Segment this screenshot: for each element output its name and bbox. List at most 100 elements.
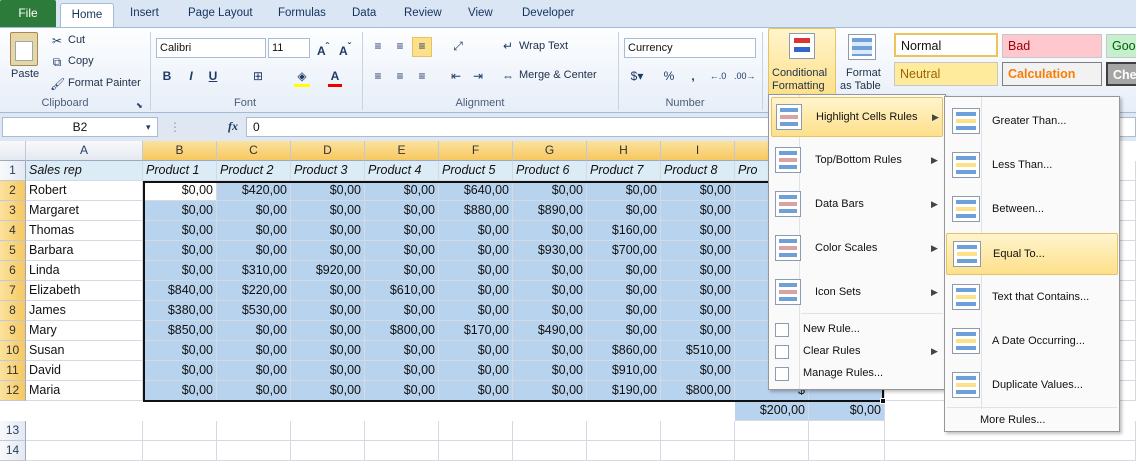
data-cell[interactable]: $490,00: [513, 321, 587, 341]
decrease-decimal-icon[interactable]: .00→: [734, 68, 756, 84]
row-header[interactable]: 9: [0, 321, 26, 341]
data-cell[interactable]: $0,00: [513, 301, 587, 321]
data-cell[interactable]: $0,00: [661, 261, 735, 281]
cf-menu-item-highlight-cells-rules[interactable]: Highlight Cells Rules ▶: [771, 97, 943, 137]
increase-indent-icon[interactable]: ⇥: [470, 68, 486, 84]
copy-button[interactable]: Copy: [68, 55, 94, 67]
empty-cell[interactable]: [735, 421, 809, 441]
data-cell[interactable]: $0,00: [291, 201, 365, 221]
header-cell[interactable]: Product 8: [661, 161, 735, 181]
data-cell[interactable]: $0,00: [365, 381, 439, 401]
data-cell[interactable]: $0,00: [661, 221, 735, 241]
bold-button[interactable]: B: [160, 68, 174, 84]
row-header[interactable]: 3: [0, 201, 26, 221]
column-header-f[interactable]: F: [439, 141, 513, 161]
font-name-select[interactable]: Calibri: [156, 38, 266, 58]
sales-rep-cell[interactable]: Susan: [26, 341, 143, 361]
data-cell[interactable]: $380,00: [143, 301, 217, 321]
cf-menu-item-data-bars[interactable]: Data Bars ▶: [771, 185, 943, 225]
empty-cell[interactable]: [439, 421, 513, 441]
data-cell[interactable]: $0,00: [217, 321, 291, 341]
empty-cell[interactable]: [661, 441, 735, 461]
column-header-b[interactable]: B: [143, 141, 217, 161]
hc-menu-item-more-rules[interactable]: More Rules...: [946, 411, 1118, 431]
percent-button[interactable]: %: [662, 68, 676, 84]
data-cell[interactable]: $0,00: [439, 281, 513, 301]
empty-cell[interactable]: [291, 441, 365, 461]
header-cell[interactable]: Product 7: [587, 161, 661, 181]
empty-cell[interactable]: [513, 441, 587, 461]
underline-button[interactable]: U: [206, 68, 220, 84]
column-header-i[interactable]: I: [661, 141, 735, 161]
empty-cell[interactable]: [809, 421, 885, 441]
data-cell[interactable]: $0,00: [291, 361, 365, 381]
column-header-e[interactable]: E: [365, 141, 439, 161]
data-cell[interactable]: $0,00: [143, 381, 217, 401]
data-cell[interactable]: $0,00: [291, 221, 365, 241]
empty-cell[interactable]: [143, 441, 217, 461]
header-cell[interactable]: Product 5: [439, 161, 513, 181]
data-cell[interactable]: $0,00: [809, 401, 885, 421]
column-header-g[interactable]: G: [513, 141, 587, 161]
scissors-icon[interactable]: ✂: [50, 33, 64, 49]
cut-button[interactable]: Cut: [68, 34, 85, 46]
column-header-a[interactable]: A: [26, 141, 143, 161]
data-cell[interactable]: $0,00: [217, 221, 291, 241]
data-cell[interactable]: $0,00: [365, 221, 439, 241]
data-cell[interactable]: $0,00: [661, 241, 735, 261]
align-right-icon[interactable]: ≡: [414, 68, 430, 84]
data-cell[interactable]: $0,00: [587, 181, 661, 201]
sales-rep-cell[interactable]: James: [26, 301, 143, 321]
row-header[interactable]: 6: [0, 261, 26, 281]
data-cell[interactable]: $0,00: [439, 361, 513, 381]
data-cell[interactable]: $0,00: [143, 241, 217, 261]
data-cell[interactable]: $0,00: [291, 381, 365, 401]
header-cell[interactable]: Product 3: [291, 161, 365, 181]
column-header-d[interactable]: D: [291, 141, 365, 161]
shrink-font-icon[interactable]: Aˇ: [336, 40, 354, 59]
tab-developer[interactable]: Developer: [522, 7, 574, 19]
hc-menu-item-text-that-contains[interactable]: Text that Contains...: [946, 277, 1118, 319]
tab-page-layout[interactable]: Page Layout: [188, 7, 253, 19]
data-cell[interactable]: $0,00: [217, 341, 291, 361]
data-cell[interactable]: $0,00: [365, 301, 439, 321]
select-all-corner[interactable]: [0, 141, 26, 161]
data-cell[interactable]: $610,00: [365, 281, 439, 301]
data-cell[interactable]: $0,00: [217, 381, 291, 401]
empty-cell[interactable]: [513, 421, 587, 441]
data-cell[interactable]: $0,00: [439, 261, 513, 281]
data-cell[interactable]: $0,00: [291, 281, 365, 301]
data-cell[interactable]: $880,00: [439, 201, 513, 221]
dialog-launcher-icon[interactable]: ⬊: [136, 98, 143, 114]
cf-menu-item-icon-sets[interactable]: Icon Sets ▶: [771, 273, 943, 313]
row-header[interactable]: 7: [0, 281, 26, 301]
data-cell[interactable]: $220,00: [217, 281, 291, 301]
data-cell[interactable]: $0,00: [439, 301, 513, 321]
tab-formulas[interactable]: Formulas: [278, 7, 326, 19]
hc-menu-item-equal-to[interactable]: Equal To...: [946, 233, 1118, 275]
empty-cell[interactable]: [26, 441, 143, 461]
conditional-formatting-button[interactable]: Conditional Formatting: [768, 28, 836, 96]
tab-home[interactable]: Home: [60, 3, 114, 28]
sales-rep-cell[interactable]: Linda: [26, 261, 143, 281]
empty-cell[interactable]: [365, 421, 439, 441]
data-cell[interactable]: $930,00: [513, 241, 587, 261]
data-cell[interactable]: $420,00: [217, 181, 291, 201]
sales-rep-cell[interactable]: Thomas: [26, 221, 143, 241]
hc-menu-item-a-date-occurring[interactable]: A Date Occurring...: [946, 321, 1118, 363]
sales-rep-cell[interactable]: Mary: [26, 321, 143, 341]
data-cell[interactable]: $840,00: [143, 281, 217, 301]
insert-function-button[interactable]: fx: [224, 118, 242, 134]
chevron-down-icon[interactable]: ▾: [146, 119, 151, 135]
data-cell[interactable]: $0,00: [291, 241, 365, 261]
row-header[interactable]: 10: [0, 341, 26, 361]
align-middle-icon[interactable]: ≡: [392, 38, 408, 54]
row-header[interactable]: 13: [0, 421, 26, 441]
empty-cell[interactable]: [661, 421, 735, 441]
empty-cell[interactable]: [143, 421, 217, 441]
header-cell[interactable]: Product 4: [365, 161, 439, 181]
data-cell[interactable]: $910,00: [587, 361, 661, 381]
header-cell[interactable]: Product 2: [217, 161, 291, 181]
copy-icon[interactable]: ⧉: [50, 54, 64, 70]
data-cell[interactable]: $0,00: [365, 241, 439, 261]
